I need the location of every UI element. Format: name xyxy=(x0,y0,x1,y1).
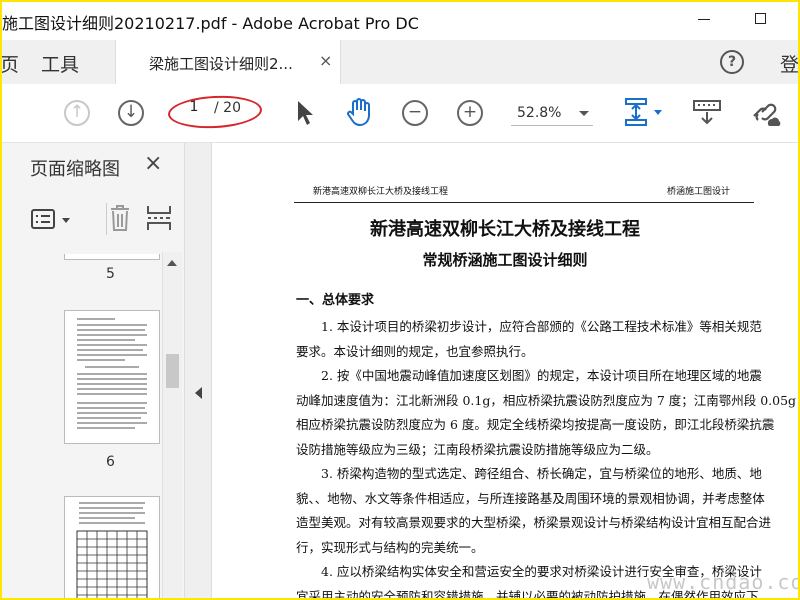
scrollbar-thumb[interactable] xyxy=(166,354,179,388)
body-line: 3. 桥梁构造物的型式选定、跨径组合、桥长确定，宜与桥梁位的地形、地质、地 xyxy=(296,466,762,481)
body-line: 要求。本设计细则的规定，也宜参照执行。 xyxy=(296,344,534,359)
panel-splitter[interactable] xyxy=(184,143,212,598)
zoom-select[interactable]: 52.8% xyxy=(511,103,593,126)
thumbnail-scrollbar[interactable] xyxy=(162,252,182,598)
thumbnail-page-6[interactable] xyxy=(64,496,160,598)
thumbnail-label: 6 xyxy=(106,454,115,470)
body-line: 相应桥梁抗震设防烈度应为 6 度。规定全线桥梁均按提高一度设防，即江北段桥梁抗震 xyxy=(296,417,775,432)
minimize-icon[interactable] xyxy=(698,19,710,20)
thumbnail-preview xyxy=(77,318,147,429)
body-line: 1. 本设计项目的桥梁初步设计，应符合部颁的《公路工程技术标准》等相关规范 xyxy=(296,319,762,334)
running-header-right: 桥涵施工图设计 xyxy=(667,187,731,197)
thumbnail-page-4[interactable] xyxy=(64,254,160,260)
body-line: 动峰加速度值为：江北新洲段 0.1g，相应桥梁抗震设防烈度应为 7 度；江南鄂州… xyxy=(296,393,798,408)
close-tab-icon[interactable]: × xyxy=(319,51,332,70)
read-mode-icon[interactable] xyxy=(692,98,722,128)
extract-page-icon[interactable] xyxy=(146,203,172,233)
previous-page-icon[interactable]: ↑ xyxy=(64,100,90,126)
running-header-left: 新港高速双柳长江大桥及接线工程 xyxy=(313,187,449,197)
next-page-icon[interactable]: ↓ xyxy=(118,100,144,126)
title-bar: 施工图设计细则20210217.pdf - Adobe Acrobat Pro … xyxy=(2,2,798,38)
zoom-out-icon[interactable]: − xyxy=(402,100,428,126)
body-line: 行，实现形式与结构的完美统一。 xyxy=(296,540,484,555)
zoom-in-icon[interactable]: + xyxy=(457,100,483,126)
maximize-icon[interactable] xyxy=(755,13,766,24)
zoom-value: 52.8% xyxy=(517,105,562,121)
document-view[interactable]: 新港高速双柳长江大桥及接线工程 桥涵施工图设计 新港高速双柳长江大桥及接线工程 … xyxy=(212,143,798,598)
tab-tools[interactable]: 工具 xyxy=(41,50,79,77)
body-line: 2. 按《中国地震动峰值加速度区划图》的规定，本设计项目所在地理区域的地震 xyxy=(296,368,762,383)
collapse-panel-icon[interactable] xyxy=(195,387,202,399)
document-subtitle: 常规桥涵施工图设计细则 xyxy=(422,251,588,269)
header-rule xyxy=(294,202,754,203)
document-page: 新港高速双柳长江大桥及接线工程 桥涵施工图设计 新港高速双柳长江大桥及接线工程 … xyxy=(212,143,798,598)
delete-page-icon[interactable] xyxy=(108,203,132,233)
tab-bar: 页 工具 梁施工图设计细则2... × ? 登 xyxy=(2,40,798,84)
login-button[interactable]: 登 xyxy=(780,50,798,77)
tab-document[interactable]: 梁施工图设计细则2... × xyxy=(115,40,341,84)
body-line: 造型美观。对有较高景观要求的大型桥梁，桥梁景观设计与桥梁结构设计宜相互配合进 xyxy=(296,515,772,530)
document-tab-label: 梁施工图设计细则2... xyxy=(149,55,293,73)
scroll-up-icon[interactable] xyxy=(167,260,177,266)
app-window: 施工图设计细则20210217.pdf - Adobe Acrobat Pro … xyxy=(2,2,798,598)
close-panel-icon[interactable]: × xyxy=(144,151,162,176)
document-title: 新港高速双柳长江大桥及接线工程 xyxy=(370,219,640,240)
section-heading: 一、总体要求 xyxy=(296,293,375,308)
chevron-down-icon xyxy=(579,111,589,116)
body-line: 貌、、地物、水文等条件相适应，与所连接路基及周围环境的景观相协调，并考虑整体 xyxy=(296,491,765,506)
thumbnail-preview xyxy=(76,502,148,598)
panel-title: 页面缩略图 xyxy=(30,159,120,180)
thumbnail-label: 5 xyxy=(106,266,115,282)
hand-tool-icon[interactable] xyxy=(344,97,374,127)
select-arrow-icon[interactable] xyxy=(294,99,316,127)
body-line: 设防措施等级应为三级；江南段桥梁抗震设防措施等级应为二级。 xyxy=(296,442,659,457)
watermark: www.cndao.com xyxy=(647,570,798,594)
tab-home[interactable]: 页 xyxy=(2,50,19,77)
options-menu-icon[interactable] xyxy=(30,207,74,235)
fit-page-icon[interactable] xyxy=(622,96,668,130)
share-link-icon[interactable] xyxy=(748,98,782,130)
help-icon[interactable]: ? xyxy=(720,50,744,74)
panel-separator xyxy=(106,203,107,235)
window-title: 施工图设计细则20210217.pdf - Adobe Acrobat Pro … xyxy=(2,14,419,33)
thumbnail-page-5[interactable] xyxy=(64,310,160,444)
